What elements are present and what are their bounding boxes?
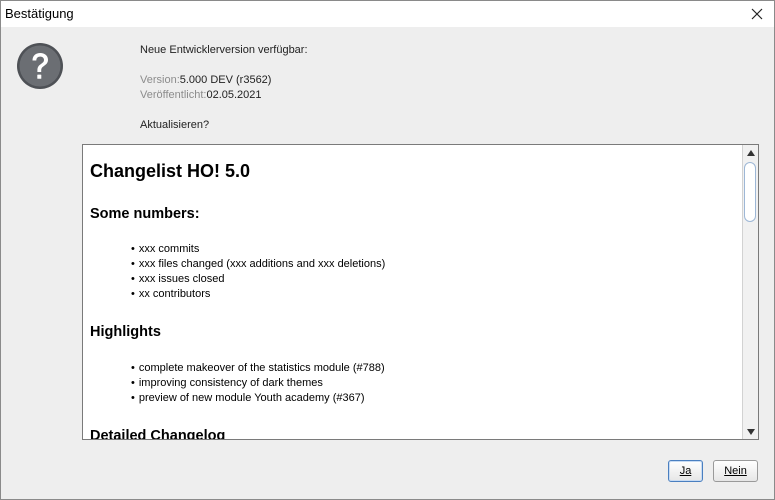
yes-button-label: Ja <box>679 465 692 477</box>
scroll-down-button[interactable] <box>743 424 758 439</box>
chevron-down-icon <box>746 428 755 435</box>
changelog-pane[interactable]: Changelist HO! 5.0 Some numbers: xxx com… <box>82 144 759 440</box>
changelog-title: Changelist HO! 5.0 <box>90 161 251 181</box>
window-title: Bestätigung <box>5 6 74 21</box>
scroll-up-button[interactable] <box>743 145 758 160</box>
published-line: Veröffentlicht:02.05.2021 <box>140 89 262 101</box>
version-value: 5.000 DEV (r3562) <box>179 74 272 86</box>
list-item: preview of new module Youth academy (#36… <box>131 391 385 406</box>
dialog-content: Neue Entwicklerversion verfügbar: Versio… <box>1 27 774 499</box>
list-item: xxx issues closed <box>131 272 385 287</box>
vertical-scrollbar[interactable] <box>742 145 758 439</box>
section-list: xxx commits xxx files changed (xxx addit… <box>131 242 385 302</box>
published-label: Veröffentlicht: <box>140 89 207 101</box>
confirmation-dialog: Bestätigung Neue Entwicklerversion verfü… <box>0 0 775 500</box>
section-list: complete makeover of the statistics modu… <box>131 361 385 406</box>
yes-button[interactable]: Ja <box>668 460 703 482</box>
section-heading: Highlights <box>90 324 161 340</box>
no-button-label: Nein <box>724 465 747 477</box>
title-bar: Bestätigung <box>1 1 774 27</box>
section-heading: Some numbers: <box>90 206 200 222</box>
chevron-up-icon <box>746 149 755 156</box>
list-item: improving consistency of dark themes <box>131 376 385 391</box>
version-line: Version:5.000 DEV (r3562) <box>140 74 271 86</box>
close-button[interactable] <box>740 1 774 27</box>
close-icon <box>751 8 763 20</box>
update-question: Aktualisieren? <box>140 119 210 131</box>
section-heading: Detailed Changelog <box>90 428 226 440</box>
scrollbar-thumb[interactable] <box>744 162 756 222</box>
version-label: Version: <box>140 74 180 86</box>
list-item: xxx commits <box>131 242 385 257</box>
list-item: xx contributors <box>131 287 385 302</box>
published-value: 02.05.2021 <box>206 89 262 101</box>
message-intro: Neue Entwicklerversion verfügbar: <box>140 44 308 56</box>
no-button[interactable]: Nein <box>713 460 758 482</box>
question-icon <box>17 43 63 89</box>
list-item: complete makeover of the statistics modu… <box>131 361 385 376</box>
list-item: xxx files changed (xxx additions and xxx… <box>131 257 385 272</box>
